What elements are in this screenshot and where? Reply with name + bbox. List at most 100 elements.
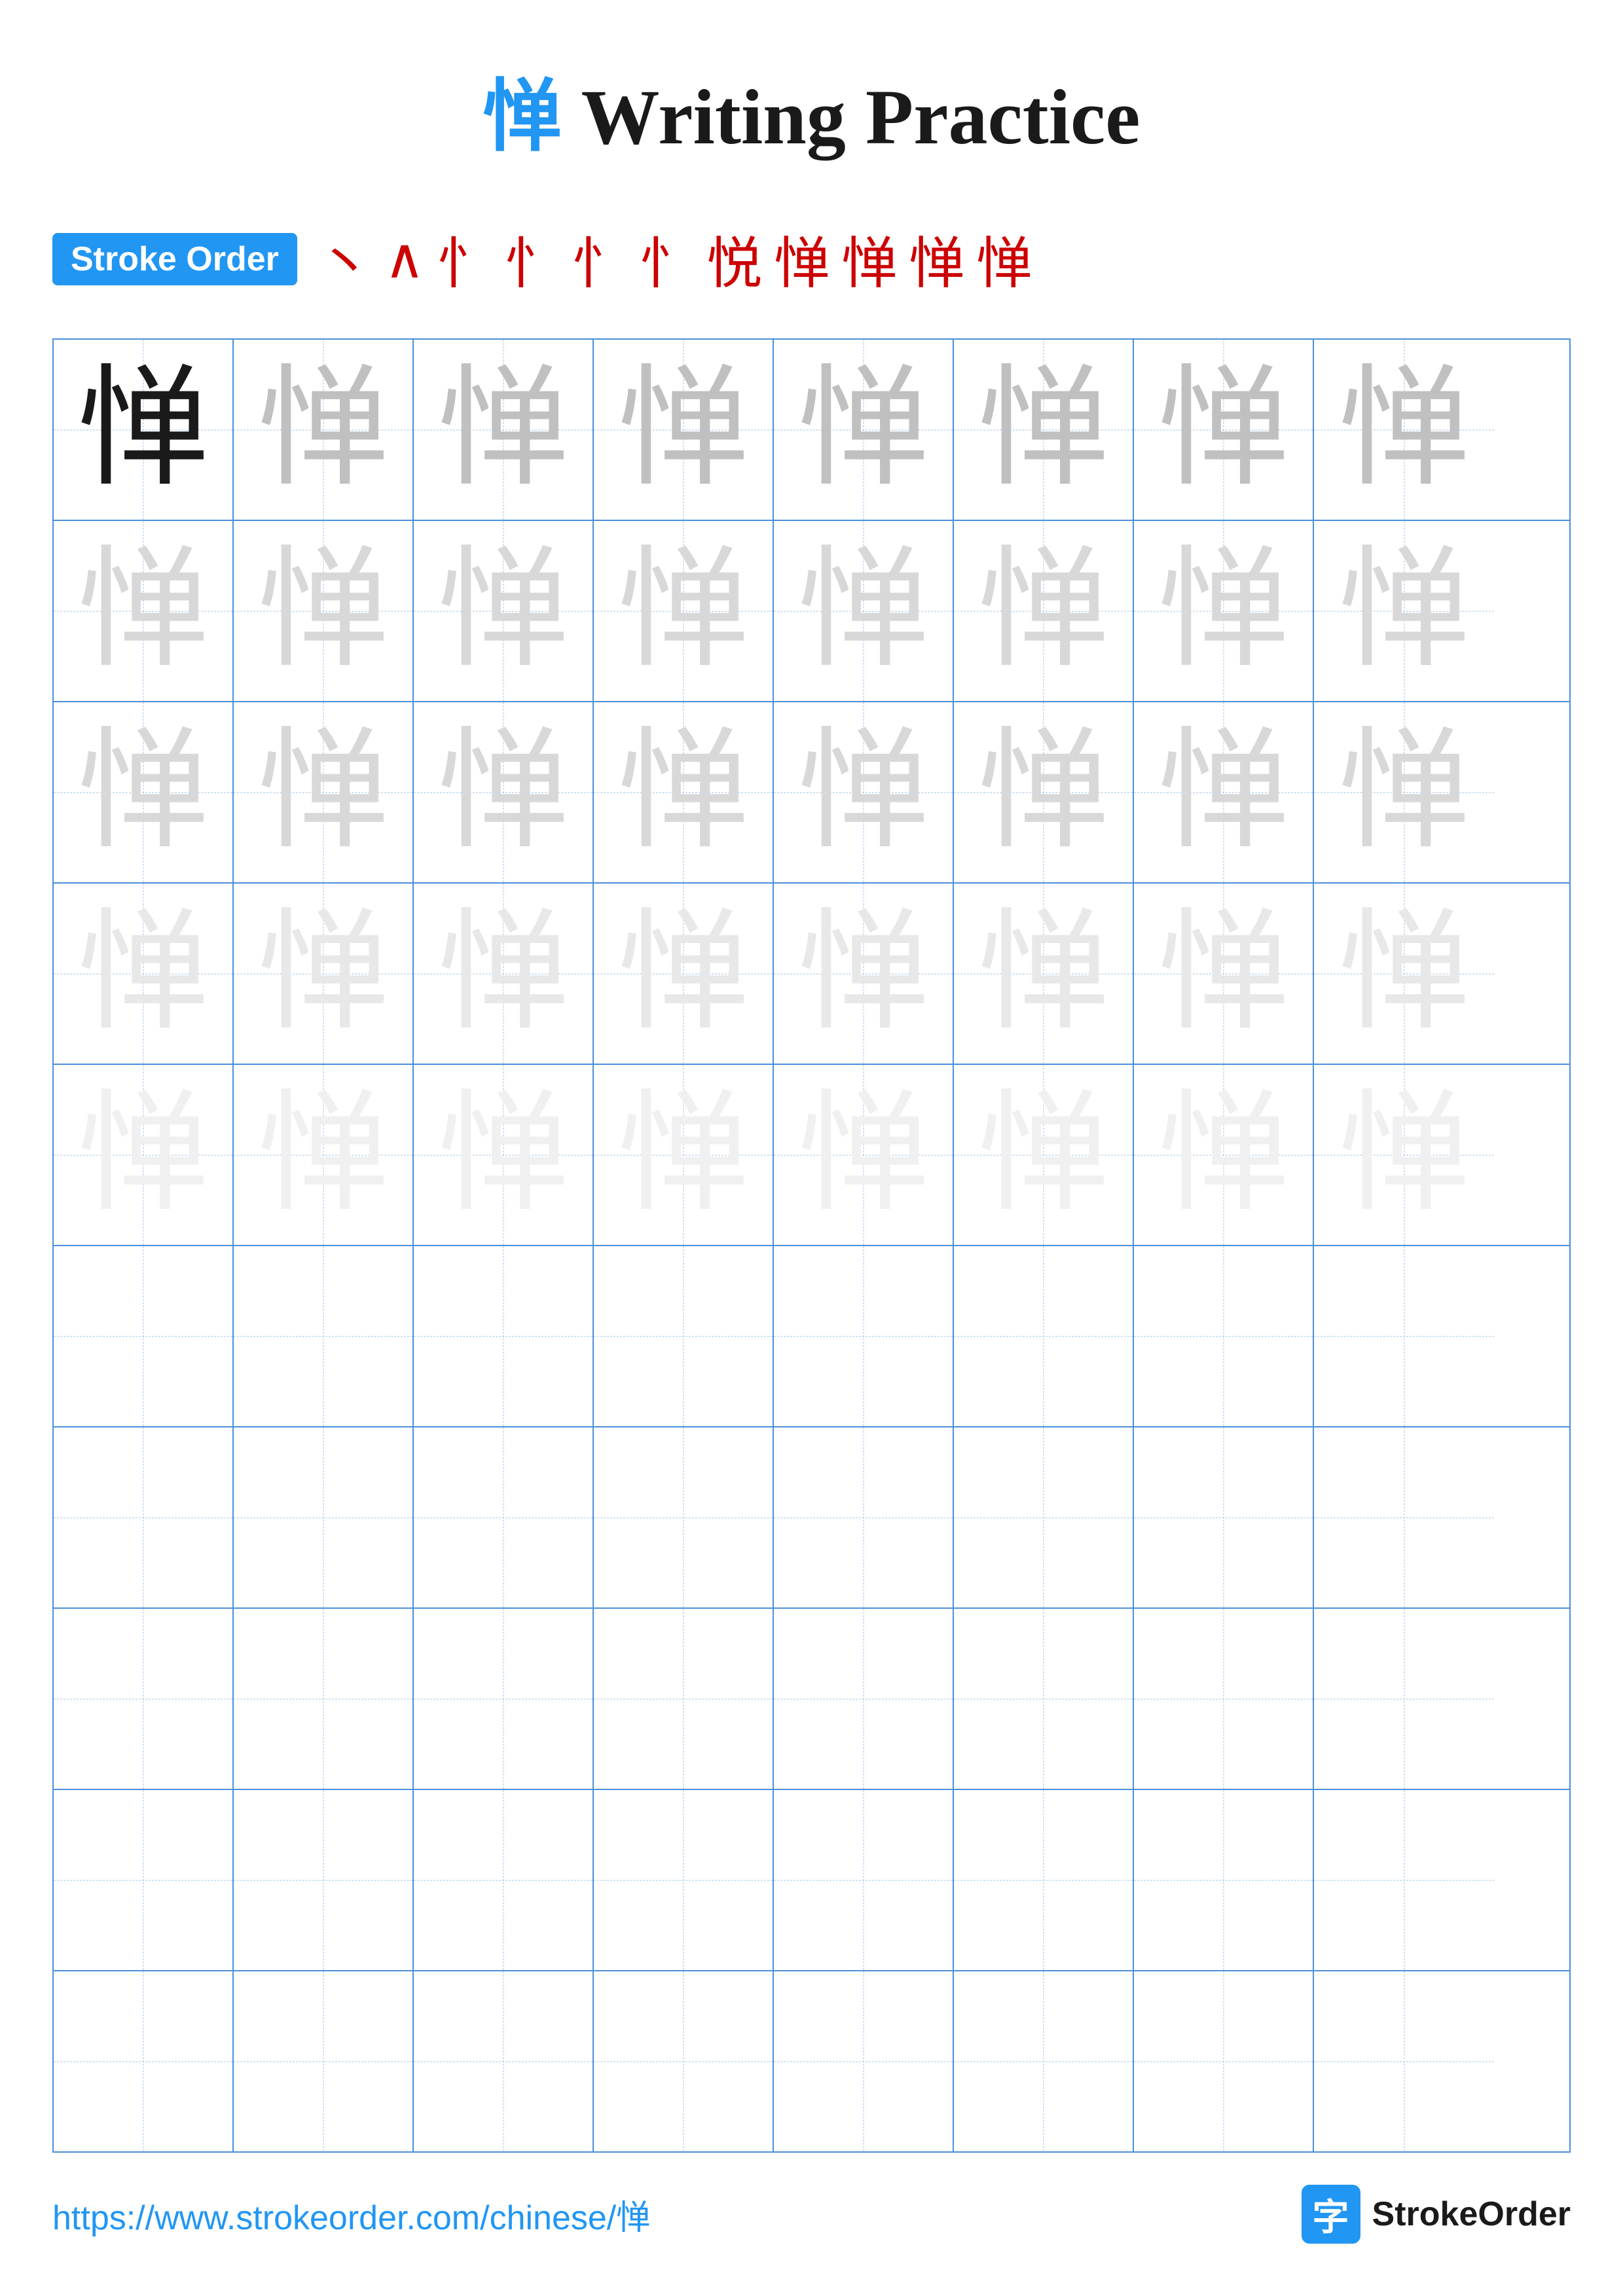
grid-cell-2-1[interactable]: 惮 [234,702,414,882]
grid-cell-1-1[interactable]: 惮 [234,521,414,701]
grid-row-8[interactable] [54,1790,1569,1971]
grid-cell-4-6[interactable]: 惮 [1134,1065,1314,1245]
grid-cell-1-3[interactable]: 惮 [594,521,774,701]
grid-cell-3-4[interactable]: 惮 [774,884,954,1064]
cell-char: 惮 [257,727,388,858]
grid-row-3[interactable]: 惮惮惮惮惮惮惮惮 [54,884,1569,1065]
grid-cell-4-2[interactable]: 惮 [414,1065,594,1245]
grid-cell-8-3[interactable] [594,1790,774,1970]
grid-cell-9-1[interactable] [234,1971,414,2151]
grid-cell-8-0[interactable] [54,1790,234,1970]
grid-cell-4-5[interactable]: 惮 [954,1065,1134,1245]
grid-cell-6-6[interactable] [1134,1427,1314,1607]
grid-cell-6-5[interactable] [954,1427,1134,1607]
grid-cell-3-3[interactable]: 惮 [594,884,774,1064]
grid-cell-9-6[interactable] [1134,1971,1314,2151]
grid-cell-2-4[interactable]: 惮 [774,702,954,882]
grid-cell-1-6[interactable]: 惮 [1134,521,1314,701]
grid-cell-0-5[interactable]: 惮 [954,340,1134,520]
grid-cell-0-3[interactable]: 惮 [594,340,774,520]
grid-cell-7-2[interactable] [414,1609,594,1789]
grid-cell-6-0[interactable] [54,1427,234,1607]
grid-cell-3-2[interactable]: 惮 [414,884,594,1064]
grid-cell-5-7[interactable] [1314,1246,1494,1426]
grid-cell-7-7[interactable] [1314,1609,1494,1789]
grid-cell-5-4[interactable] [774,1246,954,1426]
grid-cell-1-4[interactable]: 惮 [774,521,954,701]
grid-cell-3-5[interactable]: 惮 [954,884,1134,1064]
grid-cell-7-5[interactable] [954,1609,1134,1789]
grid-cell-1-0[interactable]: 惮 [54,521,234,701]
grid-cell-5-5[interactable] [954,1246,1134,1426]
grid-cell-6-7[interactable] [1314,1427,1494,1607]
grid-cell-7-1[interactable] [234,1609,414,1789]
grid-cell-3-0[interactable]: 惮 [54,884,234,1064]
grid-row-2[interactable]: 惮惮惮惮惮惮惮惮 [54,702,1569,884]
grid-cell-5-0[interactable] [54,1246,234,1426]
grid-cell-5-1[interactable] [234,1246,414,1426]
grid-cell-0-7[interactable]: 惮 [1314,340,1494,520]
grid-cell-2-0[interactable]: 惮 [54,702,234,882]
cell-char: 惮 [257,1090,388,1221]
grid-cell-8-2[interactable] [414,1790,594,1970]
grid-cell-4-4[interactable]: 惮 [774,1065,954,1245]
grid-cell-2-6[interactable]: 惮 [1134,702,1314,882]
grid-cell-8-4[interactable] [774,1790,954,1970]
grid-cell-4-1[interactable]: 惮 [234,1065,414,1245]
grid-cell-6-3[interactable] [594,1427,774,1607]
grid-cell-8-5[interactable] [954,1790,1134,1970]
cell-char: 惮 [1338,908,1469,1039]
grid-cell-1-7[interactable]: 惮 [1314,521,1494,701]
grid-row-4[interactable]: 惮惮惮惮惮惮惮惮 [54,1065,1569,1246]
grid-cell-2-7[interactable]: 惮 [1314,702,1494,882]
cell-char: 惮 [437,546,568,677]
grid-cell-3-6[interactable]: 惮 [1134,884,1314,1064]
grid-cell-8-1[interactable] [234,1790,414,1970]
grid-row-6[interactable] [54,1427,1569,1609]
grid-cell-9-5[interactable] [954,1971,1134,2151]
grid-cell-4-3[interactable]: 惮 [594,1065,774,1245]
grid-cell-3-7[interactable]: 惮 [1314,884,1494,1064]
grid-cell-6-2[interactable] [414,1427,594,1607]
grid-row-1[interactable]: 惮惮惮惮惮惮惮惮 [54,521,1569,702]
grid-row-7[interactable] [54,1609,1569,1790]
grid-cell-6-4[interactable] [774,1427,954,1607]
footer-url[interactable]: https://www.strokeorder.com/chinese/惮 [52,2190,650,2239]
grid-cell-5-2[interactable] [414,1246,594,1426]
grid-cell-5-6[interactable] [1134,1246,1314,1426]
cell-char: 惮 [257,546,388,677]
grid-cell-4-7[interactable]: 惮 [1314,1065,1494,1245]
grid-row-0[interactable]: 惮惮惮惮惮惮惮惮 [54,340,1569,521]
grid-row-5[interactable] [54,1246,1569,1427]
grid-cell-0-1[interactable]: 惮 [234,340,414,520]
grid-cell-7-0[interactable] [54,1609,234,1789]
grid-cell-6-1[interactable] [234,1427,414,1607]
grid-cell-5-3[interactable] [594,1246,774,1426]
grid-cell-9-7[interactable] [1314,1971,1494,2151]
grid-cell-2-2[interactable]: 惮 [414,702,594,882]
grid-cell-0-6[interactable]: 惮 [1134,340,1314,520]
grid-cell-8-6[interactable] [1134,1790,1314,1970]
grid-cell-1-2[interactable]: 惮 [414,521,594,701]
grid-cell-7-4[interactable] [774,1609,954,1789]
grid-cell-4-0[interactable]: 惮 [54,1065,234,1245]
grid-cell-9-4[interactable] [774,1971,954,2151]
grid-cell-0-0[interactable]: 惮 [54,340,234,520]
grid-cell-0-4[interactable]: 惮 [774,340,954,520]
grid-cell-2-3[interactable]: 惮 [594,702,774,882]
grid-cell-9-3[interactable] [594,1971,774,2151]
grid-cell-8-7[interactable] [1314,1790,1494,1970]
grid-cell-3-1[interactable]: 惮 [234,884,414,1064]
grid-cell-9-0[interactable] [54,1971,234,2151]
grid-row-9[interactable] [54,1971,1569,2151]
cell-char: 惮 [1158,365,1288,495]
grid-cell-7-6[interactable] [1134,1609,1314,1789]
stroke-sequence: 丶 ∧ 忄 忄 忄 忄 悦 惮 惮 惮 惮 [317,219,1032,299]
grid-cell-0-2[interactable]: 惮 [414,340,594,520]
cell-char: 惮 [797,365,928,495]
grid-cell-9-2[interactable] [414,1971,594,2151]
grid-cell-1-5[interactable]: 惮 [954,521,1134,701]
grid-cell-7-3[interactable] [594,1609,774,1789]
grid-cell-2-5[interactable]: 惮 [954,702,1134,882]
cell-char: 惮 [797,546,928,677]
